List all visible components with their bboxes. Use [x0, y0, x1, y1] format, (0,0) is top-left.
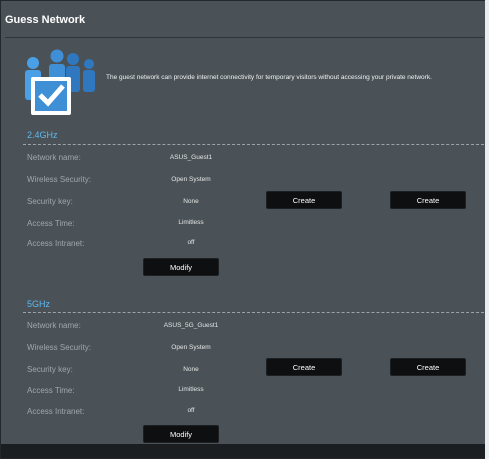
guest-network-icon	[25, 49, 95, 115]
title-divider	[5, 37, 484, 38]
bottom-bar	[1, 444, 488, 458]
security-key-value: None	[183, 198, 199, 205]
guest-network-panel: Guess Network The guest network can prov…	[0, 0, 489, 459]
security-key-value: None	[183, 366, 199, 373]
band-5g-divider	[23, 312, 484, 313]
access-time-value: Limitless	[178, 386, 204, 393]
network-name-value: ASUS_5G_Guest1	[163, 322, 219, 329]
create-button[interactable]: Create	[390, 358, 466, 376]
network-name-label: Network name:	[27, 321, 81, 330]
window-edge	[485, 0, 489, 459]
page-title: Guess Network	[5, 14, 86, 26]
wireless-security-label: Wireless Security:	[27, 343, 92, 352]
access-intranet-value: off	[187, 407, 195, 414]
security-key-label: Security key:	[27, 197, 73, 206]
access-time-value: Limitless	[178, 219, 204, 226]
modify-button[interactable]: Modify	[143, 258, 219, 276]
access-time-label: Access Time:	[27, 219, 75, 228]
intro-text: The guest network can provide internet c…	[106, 74, 432, 81]
wireless-security-label: Wireless Security:	[27, 175, 92, 184]
access-intranet-label: Access Intranet:	[27, 239, 85, 248]
access-time-label: Access Time:	[27, 386, 75, 395]
create-button[interactable]: Create	[266, 191, 342, 209]
band-2g-divider	[23, 144, 484, 145]
network-name-label: Network name:	[27, 153, 81, 162]
create-button[interactable]: Create	[266, 358, 342, 376]
create-button[interactable]: Create	[390, 191, 466, 209]
modify-button[interactable]: Modify	[143, 425, 219, 443]
band-5g-label: 5GHz	[27, 299, 51, 309]
access-intranet-label: Access Intranet:	[27, 407, 85, 416]
wireless-security-value: Open System	[171, 344, 211, 351]
band-2g-label: 2.4GHz	[27, 130, 58, 140]
network-name-value: ASUS_Guest1	[169, 154, 213, 161]
wireless-security-value: Open System	[171, 176, 211, 183]
access-intranet-value: off	[187, 239, 195, 246]
security-key-label: Security key:	[27, 365, 73, 374]
